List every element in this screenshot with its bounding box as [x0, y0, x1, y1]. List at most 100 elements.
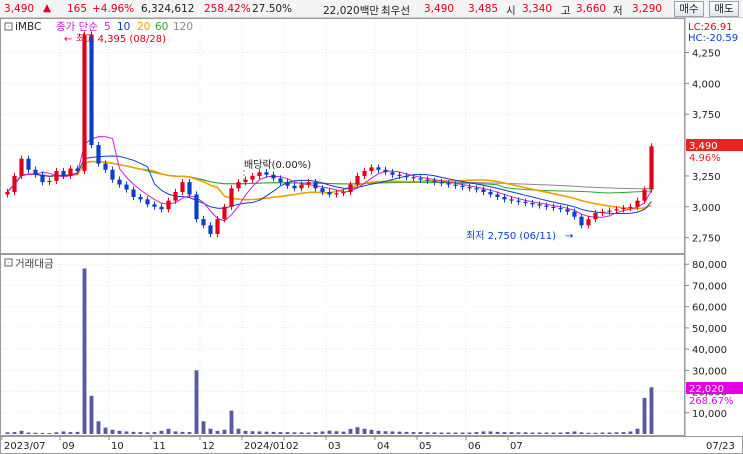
current-price-tag-text: 3,490	[689, 141, 718, 152]
candle-body	[327, 191, 332, 195]
volume-bar	[313, 432, 318, 434]
candle-body	[257, 172, 262, 176]
sell-order-button[interactable]: 매도	[709, 1, 739, 17]
volume-current-tag-text: 22,020	[689, 384, 724, 395]
volume-tick-label: 80,000	[692, 260, 727, 271]
volume-bar	[383, 431, 388, 434]
candle-body	[635, 200, 640, 207]
volume-bar	[348, 428, 353, 434]
volume-bar	[425, 432, 430, 434]
candle-body	[495, 194, 500, 197]
high-label: 고	[561, 5, 571, 17]
low-label: 저	[613, 5, 623, 17]
price-tick-label: 4,000	[692, 79, 721, 90]
volume-bar	[110, 429, 115, 434]
candle-body	[390, 172, 395, 175]
candle-body	[117, 179, 122, 185]
candle-body	[173, 191, 178, 201]
candle-body	[82, 34, 87, 172]
candle-body	[600, 211, 605, 213]
volume-bar	[397, 431, 402, 434]
x-axis-label: 09	[62, 441, 75, 452]
price-tick-label: 3,750	[692, 110, 721, 121]
volume-bar	[292, 432, 297, 434]
volume-bar	[103, 427, 108, 434]
volume-bar	[621, 432, 626, 434]
candle-body	[628, 206, 633, 209]
candle-body	[474, 188, 479, 190]
candle-body	[593, 212, 598, 220]
candle-body	[502, 196, 507, 200]
volume-bar	[166, 428, 171, 434]
candle-body	[19, 158, 24, 176]
candle-body	[208, 225, 213, 234]
volume-bar	[19, 430, 24, 434]
volume-bar	[5, 432, 10, 434]
volume-bar	[96, 421, 101, 434]
x-axis-label: 04	[377, 441, 390, 452]
candle-body	[481, 189, 486, 192]
volume-bar	[222, 429, 227, 434]
x-axis-label: 07	[510, 441, 523, 452]
candle-body	[292, 185, 297, 189]
volume-bar	[299, 432, 304, 434]
volume-bar	[173, 431, 178, 434]
turnover-rate: 27.50%	[252, 3, 293, 15]
volume-bar	[47, 433, 52, 434]
volume-bar	[460, 432, 465, 434]
x-axis-label: 06	[468, 441, 481, 452]
price-tick-label: 4,250	[692, 49, 721, 60]
candle-body	[215, 219, 220, 234]
volume-tick-label: 50,000	[692, 324, 727, 335]
best-ask-price: 3,490	[424, 3, 455, 15]
volume-bar	[278, 432, 283, 434]
candle-body	[33, 169, 38, 175]
candle-body	[579, 216, 584, 226]
candle-body	[75, 168, 80, 172]
stock-chart[interactable]: 4,2504,0003,7503,5003,2503,0002,750 80,0…	[0, 18, 743, 454]
ma120-label: 120	[173, 21, 193, 33]
volume-bar	[530, 432, 535, 434]
volume-bar	[215, 430, 220, 434]
volume-bar	[586, 432, 591, 434]
min-arrow-icon: →	[565, 231, 573, 242]
price-tick-label: 3,250	[692, 172, 721, 183]
volume-tick-label: 40,000	[692, 345, 727, 356]
volume-bar	[54, 432, 59, 434]
candle-body	[544, 205, 549, 207]
volume-bar	[75, 431, 80, 434]
volume-panel-title: 거래대금	[15, 258, 54, 270]
candle-body	[362, 171, 367, 176]
last-date-label: 07/23	[706, 441, 735, 452]
buy-order-button[interactable]: 매수	[674, 1, 704, 17]
candle-body	[110, 169, 115, 180]
volume-current-pct: 268.67%	[689, 396, 734, 407]
candle-body	[453, 184, 458, 186]
ma-label: 종가 단순	[56, 21, 98, 33]
volume-bar	[537, 432, 542, 434]
candle-body	[187, 182, 192, 195]
candle-body	[614, 209, 619, 211]
candle-body	[586, 219, 591, 226]
x-axis-label: 10	[111, 441, 124, 452]
volume-bar	[565, 432, 570, 434]
volume-bar	[509, 432, 514, 434]
volume-bar	[264, 431, 269, 434]
volume-bar	[558, 432, 563, 434]
candle-body	[61, 171, 66, 176]
x-axis-label: 05	[419, 441, 432, 452]
volume-bar	[432, 432, 437, 434]
volume-bar	[12, 432, 17, 434]
up-arrow-icon: ▲	[43, 2, 52, 14]
candle-body	[446, 183, 451, 185]
volume-bar	[89, 395, 94, 434]
candle-body	[530, 203, 535, 205]
candle-body	[467, 187, 472, 189]
candle-body	[397, 174, 402, 176]
volume-bar	[593, 432, 598, 434]
candle-body	[5, 191, 10, 195]
x-axis-label: 11	[153, 441, 166, 452]
candle-body	[96, 145, 101, 164]
candle-body	[411, 177, 416, 179]
current-pct-tag: 4.96%	[689, 153, 721, 164]
